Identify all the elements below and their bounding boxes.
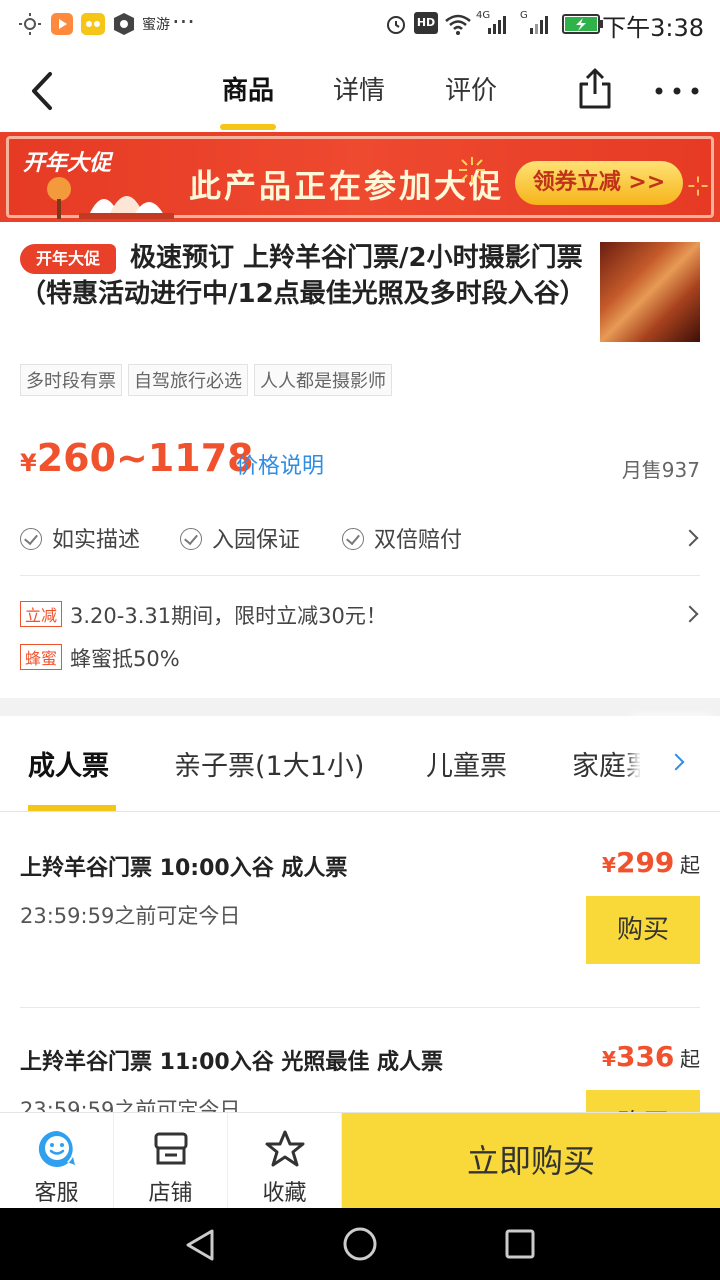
- section-gap: [0, 698, 720, 716]
- top-nav: 商品 详情 评价: [0, 50, 720, 132]
- guarantee-label: 入园保证: [212, 528, 301, 553]
- guarantee-double: 双倍赔付: [342, 522, 462, 554]
- price-symbol: ¥: [602, 1047, 616, 1071]
- favorite-button[interactable]: 收藏: [228, 1113, 342, 1209]
- ticket-name: 上羚羊谷门票 11:00入谷 光照最佳 成人票: [20, 1050, 444, 1075]
- ticket-tab-child[interactable]: 儿童票: [426, 744, 507, 783]
- ticket-price: ¥336 起: [602, 1040, 700, 1073]
- bottom-action-bar: 客服 店铺 收藏 立即购买: [0, 1112, 720, 1209]
- chip-self-drive: 自驾旅行必选: [128, 364, 248, 396]
- service-smile-icon: [38, 1130, 75, 1167]
- alarm-icon: [387, 16, 405, 34]
- hd-icon: HD: [414, 12, 438, 34]
- more-dots-icon: ···: [172, 8, 195, 36]
- sun-icon: [19, 13, 41, 35]
- video-app-icon: [51, 13, 73, 35]
- guarantee-row[interactable]: 如实描述 入园保证 双倍赔付: [20, 522, 700, 556]
- divider: [20, 575, 700, 576]
- price-symbol: ¥: [602, 853, 616, 877]
- status-time: 下午3:38: [602, 14, 704, 42]
- tab-product[interactable]: 商品: [222, 70, 274, 107]
- net-g-label: G: [520, 10, 528, 21]
- promo-banner[interactable]: 开年大促 此产品正在参加大促 领券立减 >>: [0, 132, 720, 222]
- shop-button[interactable]: 店铺: [114, 1113, 228, 1209]
- tab-reviews[interactable]: 评价: [445, 70, 497, 107]
- promo-discount-row[interactable]: 立减 3.20-3.31期间，限时立减30元！: [20, 600, 387, 630]
- recents-square-icon[interactable]: [504, 1228, 536, 1260]
- shop-label: 店铺: [148, 1181, 193, 1206]
- status-bar: 蜜游 ··· HD 4G G 下午3:38: [0, 0, 720, 50]
- price-symbol: ¥: [20, 449, 37, 477]
- guarantee-entry: 入园保证: [180, 522, 300, 554]
- signal-4g-icon: [488, 16, 506, 34]
- price-value: 336: [615, 1040, 675, 1073]
- buy-now-button[interactable]: 立即购买: [342, 1113, 720, 1209]
- ticket-tab-adult[interactable]: 成人票: [28, 744, 109, 783]
- feature-chips: 多时段有票 自驾旅行必选 人人都是摄影师: [20, 364, 398, 396]
- chevron-right-icon: [681, 529, 699, 547]
- shop-icon: [154, 1132, 188, 1165]
- promo-label: 立减: [20, 601, 63, 627]
- more-icon[interactable]: [654, 86, 700, 96]
- divider: [20, 1007, 700, 1008]
- guarantee-accurate: 如实描述: [20, 522, 140, 554]
- guarantee-label: 双倍赔付: [374, 528, 463, 553]
- hot-sale-badge: 开年大促: [20, 244, 116, 274]
- tab-details[interactable]: 详情: [333, 70, 385, 107]
- back-arrow-icon[interactable]: [26, 70, 56, 112]
- customer-service-button[interactable]: 客服: [0, 1113, 114, 1209]
- ticket-price: ¥299 起: [602, 846, 700, 879]
- divider: [0, 811, 720, 812]
- star-icon: [265, 1130, 305, 1167]
- coupon-button[interactable]: 领券立减 >>: [515, 161, 683, 205]
- monthly-sales: 月售937: [621, 458, 700, 482]
- price-value: 260~1178: [36, 436, 254, 480]
- promo-banner-frame: 开年大促 此产品正在参加大促 领券立减 >>: [6, 136, 714, 219]
- back-triangle-icon[interactable]: [184, 1228, 216, 1262]
- app-icon: [81, 13, 105, 35]
- price-value: 299: [615, 846, 675, 879]
- chevron-right-icon: [681, 605, 699, 623]
- system-nav-bar: [0, 1208, 720, 1280]
- promo-text: 3.20-3.31期间，限时立减30元！: [70, 604, 387, 628]
- banner-tag: 开年大促: [23, 151, 112, 176]
- check-circle-icon: [20, 528, 42, 550]
- firework-icon: [459, 157, 485, 183]
- chip-multi-slot: 多时段有票: [20, 364, 122, 396]
- ticket-note: 23:59:59之前可定今日: [20, 904, 241, 928]
- chip-photographer: 人人都是摄影师: [254, 364, 392, 396]
- tianyou-icon: 蜜游: [142, 17, 170, 33]
- buy-button[interactable]: 购买: [586, 896, 700, 964]
- wifi-icon: [445, 14, 471, 35]
- price-suffix: 起: [680, 1047, 700, 1071]
- ticket-tab-family-pair[interactable]: 亲子票(1大1小): [174, 744, 364, 783]
- price-suffix: 起: [680, 853, 700, 877]
- tab-underline: [220, 124, 276, 130]
- home-circle-icon[interactable]: [342, 1226, 378, 1262]
- shield-app-icon: [114, 13, 134, 35]
- opera-house-icon: [47, 177, 174, 219]
- share-icon[interactable]: [578, 66, 612, 110]
- check-circle-icon: [180, 528, 202, 550]
- firework-icon-2: [688, 176, 708, 196]
- ticket-name: 上羚羊谷门票 10:00入谷 成人票: [20, 856, 348, 881]
- check-circle-icon: [342, 528, 364, 550]
- favorite-label: 收藏: [262, 1181, 307, 1206]
- price-explain-link[interactable]: 价格说明: [236, 448, 324, 480]
- promo-label: 蜂蜜: [20, 644, 63, 670]
- signal-g-icon: [530, 16, 548, 34]
- promo-text: 蜂蜜抵50%: [70, 647, 180, 671]
- guarantee-label: 如实描述: [52, 528, 141, 553]
- service-label: 客服: [34, 1181, 79, 1206]
- product-thumbnail[interactable]: [600, 242, 700, 342]
- promo-honey-row: 蜂蜜 蜂蜜抵50%: [20, 643, 180, 673]
- price-range: ¥260~1178: [20, 436, 254, 480]
- battery-charging-icon: [562, 14, 603, 34]
